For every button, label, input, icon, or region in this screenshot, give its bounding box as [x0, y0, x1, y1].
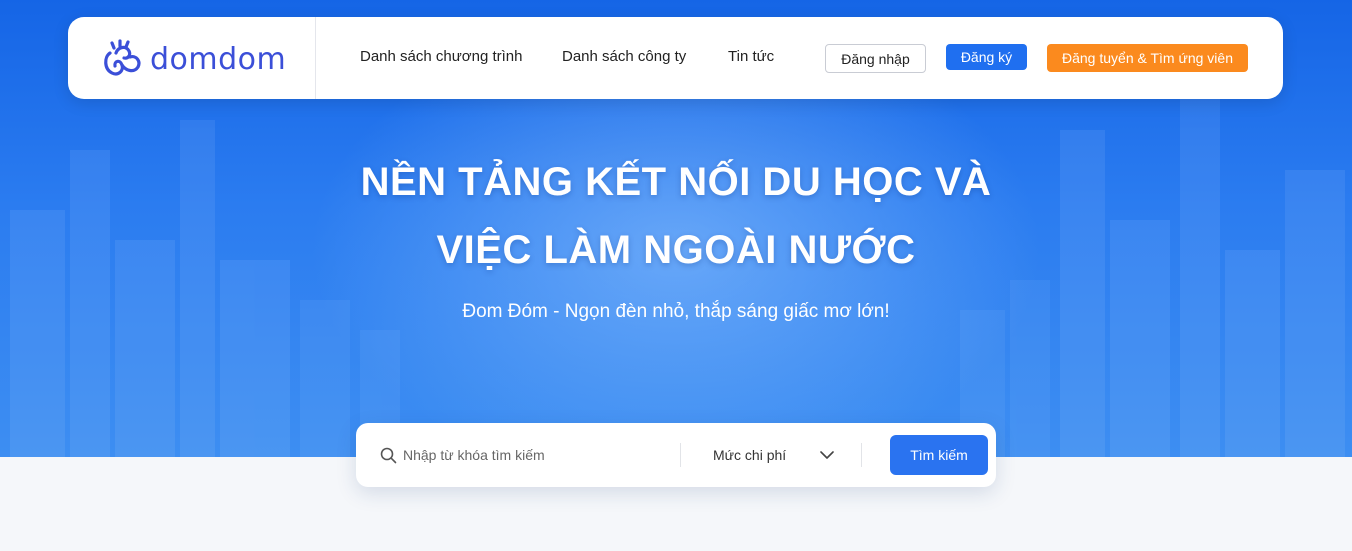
hero-headline-line1: NỀN TẢNG KẾT NỐI DU HỌC VÀ: [360, 160, 992, 204]
search-button[interactable]: Tìm kiếm: [890, 435, 988, 475]
post-job-button[interactable]: Đăng tuyển & Tìm ứng viên: [1047, 44, 1248, 72]
brand-logo[interactable]: domdom: [102, 37, 286, 81]
search-divider: [861, 443, 862, 467]
hero-headline-line2: VIỆC LÀM NGOÀI NƯỚC: [436, 228, 916, 272]
login-button[interactable]: Đăng nhập: [825, 44, 926, 73]
nav-link-companies[interactable]: Danh sách công ty: [562, 48, 686, 65]
brand-name: domdom: [150, 41, 287, 77]
nav-link-programs[interactable]: Danh sách chương trình: [360, 48, 522, 65]
register-button[interactable]: Đăng ký: [946, 44, 1027, 70]
cost-filter-label: Mức chi phí: [713, 447, 787, 463]
cost-filter-select[interactable]: Mức chi phí: [696, 437, 846, 473]
nav-divider: [315, 17, 316, 99]
hero-subtitle: Đom Đóm - Ngọn đèn nhỏ, thắp sáng giấc m…: [462, 301, 890, 322]
search-bar: Mức chi phí Tìm kiếm: [356, 423, 996, 487]
search-divider: [680, 443, 681, 467]
chevron-down-icon: [820, 450, 834, 459]
top-navbar: domdom Danh sách chương trình Danh sách …: [68, 17, 1283, 99]
search-input[interactable]: [403, 443, 663, 467]
search-icon: [380, 447, 397, 464]
nav-link-news[interactable]: Tin tức: [728, 48, 774, 65]
hero-section: domdom Danh sách chương trình Danh sách …: [0, 0, 1352, 457]
firefly-logo-icon: [104, 39, 141, 76]
